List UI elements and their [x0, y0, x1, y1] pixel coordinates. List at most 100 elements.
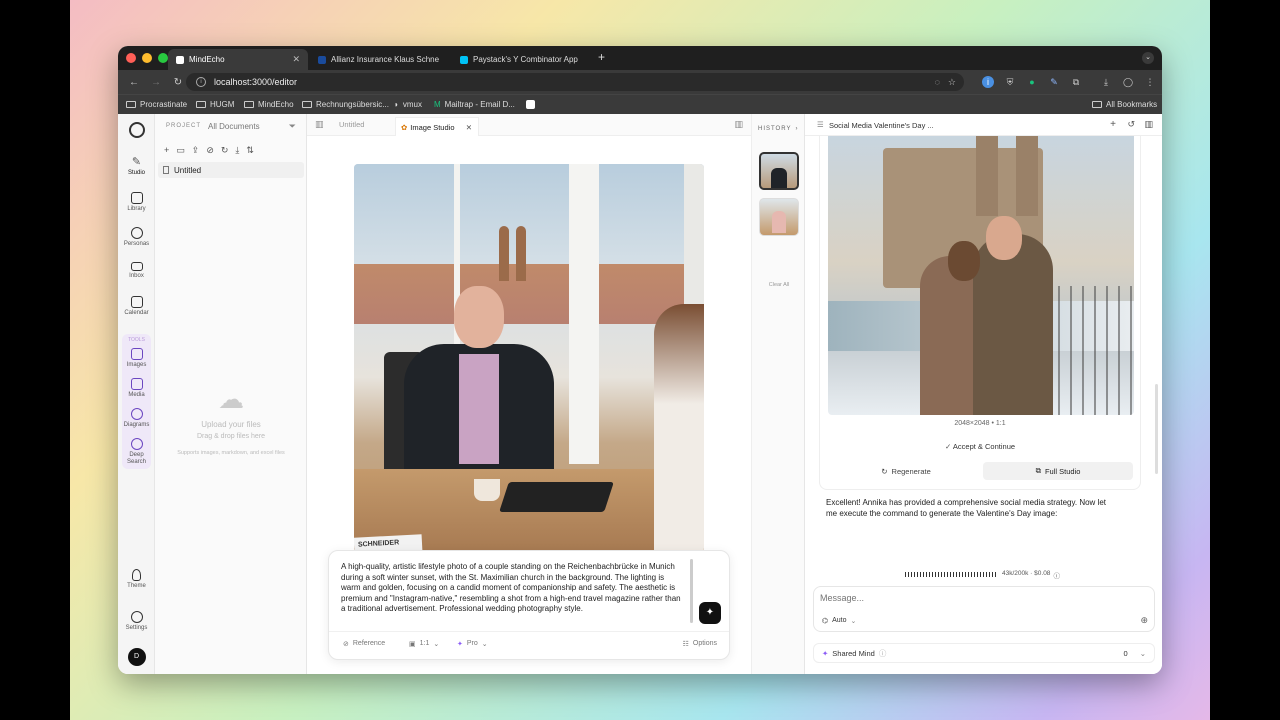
nav-inbox[interactable]: Inbox	[118, 262, 155, 279]
model-select[interactable]: ⌬ Auto ⌄	[822, 617, 856, 625]
divider	[329, 631, 729, 632]
reference-button[interactable]: ⊘ Reference	[343, 640, 385, 648]
history-thumb-2[interactable]	[759, 198, 799, 236]
extensions-puzzle-icon[interactable]: ⧉	[1070, 76, 1082, 88]
chat-scrollbar[interactable]	[1155, 384, 1158, 474]
close-tab-icon[interactable]: ✕	[466, 123, 472, 132]
eye-off-icon[interactable]: ◌	[935, 77, 940, 87]
sparkle-icon: ✦	[822, 648, 829, 658]
extension-dot-icon[interactable]: ●	[1026, 76, 1038, 88]
close-window-button[interactable]	[126, 53, 136, 63]
nav-calendar[interactable]: Calendar	[118, 296, 155, 316]
mindecho-icon	[176, 55, 184, 64]
extension-1-icon[interactable]: i	[982, 76, 994, 88]
generate-sparkle-button[interactable]: ✦	[699, 602, 721, 624]
link-icon[interactable]: ⊘	[206, 145, 214, 156]
options-button[interactable]: ☷ Options	[683, 640, 717, 648]
shared-mind-bar[interactable]: ✦ Shared Mind ⓘ 0 ⌄	[813, 643, 1155, 663]
mailtrap-icon: M	[434, 100, 441, 109]
woman-head	[948, 241, 980, 281]
file-item-untitled[interactable]: Untitled	[158, 162, 304, 178]
accept-continue-button[interactable]: ✓ Accept & Continue	[819, 442, 1141, 451]
reload-icon[interactable]: ↻	[172, 77, 184, 88]
upload-dropzone[interactable]: ☁ Upload your files Drag & drop files he…	[155, 386, 307, 456]
back-icon[interactable]: ←	[128, 77, 140, 88]
nav-images[interactable]: Images	[118, 348, 155, 368]
menu-kebab-icon[interactable]: ⋮	[1144, 76, 1156, 88]
thumb-figure	[771, 168, 787, 188]
clear-all-button[interactable]: Clear All	[752, 282, 806, 288]
tab-image-studio[interactable]: ✿ Image Studio ✕	[395, 117, 479, 136]
tab-allianz[interactable]: Allianz Insurance Klaus Schne	[310, 49, 450, 70]
assistant-message: Excellent! Annika has provided a compreh…	[826, 498, 1106, 518]
minimize-window-button[interactable]	[142, 53, 152, 63]
bookmark-procrastinate[interactable]: Procrastinate	[126, 100, 187, 109]
bookmark-mindecho[interactable]: MindEcho	[244, 100, 294, 109]
regenerate-button[interactable]: ↻ Regenerate	[831, 462, 981, 480]
history-thumb-1[interactable]	[759, 152, 799, 190]
prompt-scrollbar[interactable]	[690, 559, 693, 623]
nav-personas[interactable]: Personas	[118, 227, 155, 247]
sidebar-toggle-icon[interactable]: ▥	[315, 119, 324, 130]
panel-icon[interactable]: ▥	[1144, 119, 1153, 130]
address-bar[interactable]: i localhost:3000/editor ◌ ☆	[186, 73, 964, 91]
tab-untitled[interactable]: Untitled	[331, 120, 393, 129]
sort-icon[interactable]: ⇅	[246, 145, 254, 156]
new-tab-button[interactable]: +	[598, 50, 605, 64]
nav-library[interactable]: Library	[118, 192, 155, 212]
tab-mindecho[interactable]: MindEcho ✕	[168, 49, 308, 70]
extension-pen-icon[interactable]: ✎	[1048, 76, 1060, 88]
add-icon[interactable]: +	[164, 145, 169, 156]
star-icon[interactable]: ☆	[948, 77, 956, 88]
refresh-icon[interactable]: ↻	[221, 145, 229, 156]
panel-toggle-icon[interactable]: ▥	[734, 119, 743, 130]
nav-deep-search[interactable]: Deep Search	[118, 438, 155, 466]
app-logo[interactable]	[118, 122, 155, 138]
add-attachment-icon[interactable]: ⊕	[1140, 615, 1148, 626]
ratio-select[interactable]: ▣ 1:1 ⌄	[409, 640, 439, 648]
nav-settings[interactable]: Settings	[118, 611, 155, 631]
full-studio-button[interactable]: ⧉ Full Studio	[983, 462, 1133, 480]
new-chat-icon[interactable]: +	[1110, 119, 1116, 130]
bookmark-hugm[interactable]: HUGM	[196, 100, 234, 109]
message-input[interactable]	[820, 593, 1120, 603]
nav-studio[interactable]: ✎ Studio	[118, 156, 155, 176]
generated-image-office[interactable]: SCHNEIDER	[354, 164, 704, 552]
bookmarks-bar: Procrastinate HUGM MindEcho Rechnungsübe…	[118, 94, 1162, 114]
bookmark-vmux[interactable]: ◗ vmux	[394, 100, 422, 109]
bookmark-mailtrap[interactable]: M Mailtrap - Email D...	[434, 100, 515, 109]
upload-icon[interactable]: ⇪	[192, 145, 200, 156]
extension-shield-icon[interactable]: ⛨	[1004, 76, 1016, 88]
tab-label: MindEcho	[189, 55, 225, 64]
bookmark-unlabeled[interactable]	[526, 100, 535, 109]
new-folder-icon[interactable]: ▭	[176, 145, 185, 156]
nav-media[interactable]: Media	[118, 378, 155, 398]
history-header[interactable]: HISTORY ›	[758, 126, 798, 132]
download-icon[interactable]: ⤓	[1100, 76, 1112, 88]
forward-icon[interactable]: →	[150, 77, 162, 88]
nav-label: Deep Search	[126, 452, 146, 465]
profile-icon[interactable]: ◯	[1122, 76, 1134, 88]
user-avatar[interactable]: D	[118, 648, 155, 666]
maximize-window-button[interactable]	[158, 53, 168, 63]
calendar-icon	[130, 296, 143, 308]
site-info-icon[interactable]: i	[196, 77, 206, 87]
bookmark-rechnung[interactable]: Rechnungsübersic...	[302, 100, 389, 109]
check-icon: ✓	[944, 442, 953, 451]
nav-theme[interactable]: Theme	[118, 569, 155, 589]
quality-select[interactable]: ✦ Pro ⌄	[457, 640, 488, 648]
download-icon[interactable]: ⤓	[235, 145, 239, 156]
tab-paystack[interactable]: Paystack's Y Combinator App	[452, 49, 592, 70]
close-tab-icon[interactable]: ✕	[292, 54, 300, 65]
history-clock-icon[interactable]: ↺	[1127, 119, 1135, 130]
window-controls	[126, 53, 168, 63]
tab-search-chevron-icon[interactable]: ⌄	[1142, 52, 1154, 64]
nav-diagrams[interactable]: Diagrams	[118, 408, 155, 428]
bookmark-all[interactable]: All Bookmarks	[1092, 100, 1157, 109]
image-meta: 2048×2048 • 1:1	[954, 420, 1006, 427]
project-select[interactable]: All Documents	[208, 122, 260, 131]
chat-icon: ☰	[817, 120, 824, 129]
generated-image-couple[interactable]	[828, 136, 1134, 415]
filter-icon[interactable]: ⏷	[289, 121, 296, 132]
prompt-input[interactable]: A high-quality, artistic lifestyle photo…	[341, 562, 681, 615]
